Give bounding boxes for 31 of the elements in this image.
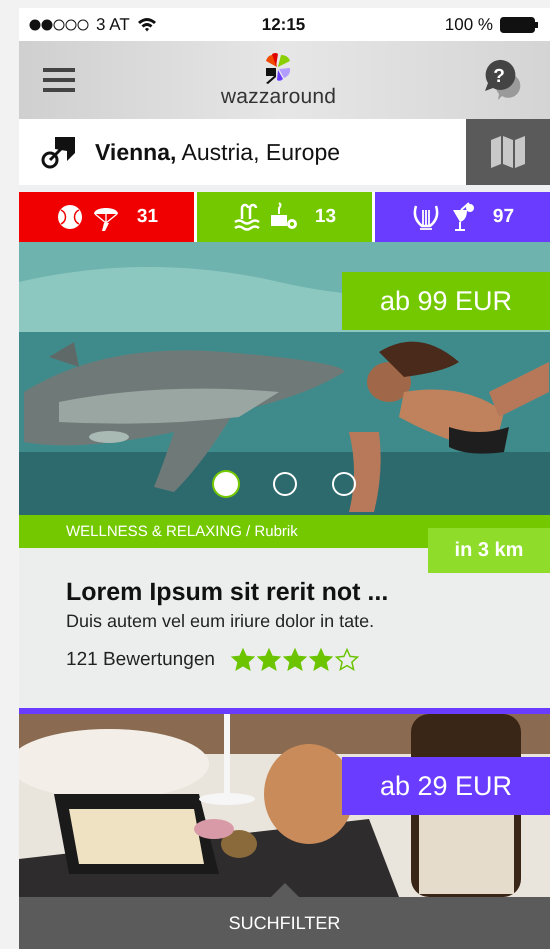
spa-icon bbox=[268, 202, 299, 232]
battery-level: 100 % bbox=[444, 14, 493, 34]
card-title: Lorem Ipsum sit rerit not ... bbox=[66, 578, 390, 607]
carousel-dot[interactable] bbox=[332, 472, 356, 496]
menu-icon[interactable] bbox=[43, 66, 75, 94]
notch-icon bbox=[271, 883, 299, 897]
carrier-name: 3 AT bbox=[96, 14, 130, 34]
location-text: Vienna, Austria, Europe bbox=[95, 138, 340, 166]
star-icon bbox=[308, 648, 333, 672]
map-button[interactable] bbox=[466, 119, 550, 185]
star-icon bbox=[230, 648, 255, 672]
price-tag: ab 99 EUR bbox=[342, 272, 550, 330]
star-icon bbox=[256, 648, 281, 672]
price-tag: ab 29 EUR bbox=[342, 757, 550, 815]
category-tab[interactable]: 31 bbox=[19, 192, 194, 242]
carousel-dot[interactable] bbox=[272, 472, 296, 496]
battery-icon bbox=[500, 16, 538, 32]
star-icon bbox=[282, 648, 307, 672]
star-icon bbox=[334, 648, 359, 672]
location-pin-icon bbox=[41, 135, 77, 169]
distance-tag: in 3 km bbox=[428, 528, 550, 573]
category-tab[interactable]: 97 bbox=[375, 192, 550, 242]
review-count: 121 Bewertungen bbox=[66, 649, 215, 671]
carousel-dot[interactable] bbox=[214, 472, 238, 496]
logo-text: wazzaround bbox=[220, 84, 336, 108]
category-label: WELLNESS & RELAXING / Rubrik bbox=[66, 523, 298, 540]
signal-icon bbox=[29, 18, 89, 30]
wifi-icon bbox=[136, 17, 157, 32]
clock-time: 12:15 bbox=[262, 14, 306, 34]
map-icon bbox=[490, 135, 526, 169]
card-subtitle: Duis autem vel eum iriure dolor in tate. bbox=[66, 611, 376, 632]
